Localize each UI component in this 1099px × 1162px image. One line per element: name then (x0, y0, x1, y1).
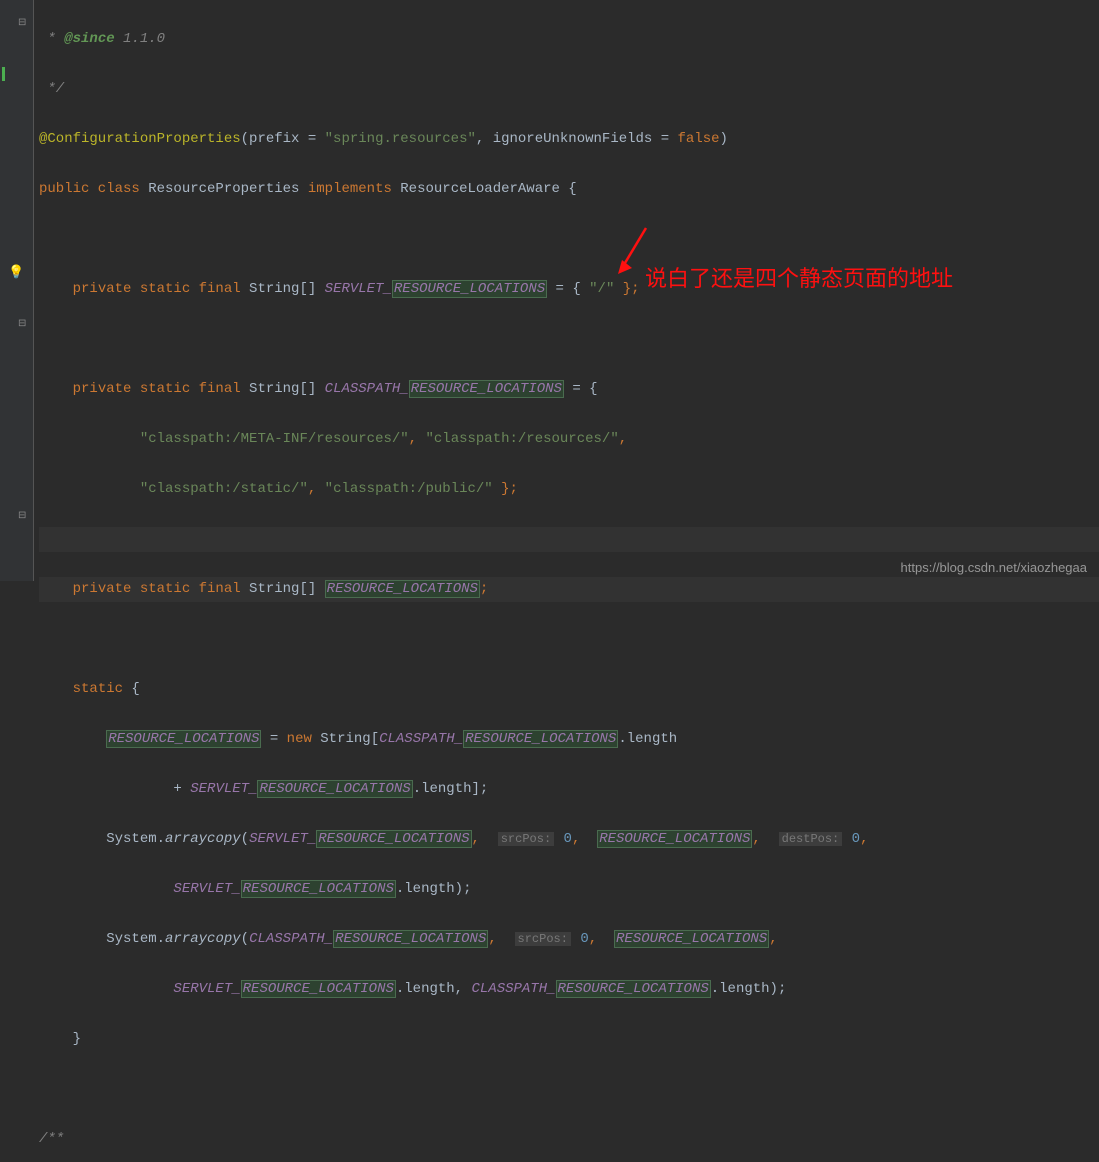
annotation-line: @ConfigurationProperties(prefix = "sprin… (39, 127, 1099, 152)
expression: + SERVLET_RESOURCE_LOCATIONS.length]; (39, 777, 1099, 802)
watermark: https://blog.csdn.net/xiaozhegaa (901, 560, 1087, 575)
string-array: "classpath:/static/", "classpath:/public… (39, 477, 1099, 502)
fold-end-icon[interactable]: ⊟ (18, 510, 34, 526)
lightbulb-icon[interactable]: 💡 (8, 265, 24, 281)
fold-start-icon[interactable]: ⊟ (18, 318, 34, 334)
class-declaration: public class ResourceProperties implemen… (39, 177, 1099, 202)
method-call: System.arraycopy(CLASSPATH_RESOURCE_LOCA… (39, 927, 1099, 952)
method-arg: SERVLET_RESOURCE_LOCATIONS.length); (39, 877, 1099, 902)
static-block: static { (39, 677, 1099, 702)
method-call: System.arraycopy(SERVLET_RESOURCE_LOCATI… (39, 827, 1099, 852)
javadoc-start: /** (39, 1131, 64, 1147)
gutter: ⊟ 💡 ⊟ ⊟ (0, 0, 34, 581)
comment: */ (39, 81, 64, 97)
assignment: RESOURCE_LOCATIONS = new String[CLASSPAT… (39, 727, 1099, 752)
comment: * @since 1.1.0 (39, 31, 165, 47)
fold-end-icon[interactable]: ⊟ (18, 17, 34, 33)
annotation-callout: 说白了还是四个静态页面的地址 (645, 262, 1085, 296)
modified-marker-icon (2, 67, 5, 81)
block-end: } (39, 1027, 1099, 1052)
method-arg: SERVLET_RESOURCE_LOCATIONS.length, CLASS… (39, 977, 1099, 1002)
string-array: "classpath:/META-INF/resources/", "class… (39, 427, 1099, 452)
field-declaration: private static final String[] CLASSPATH_… (39, 377, 1099, 402)
